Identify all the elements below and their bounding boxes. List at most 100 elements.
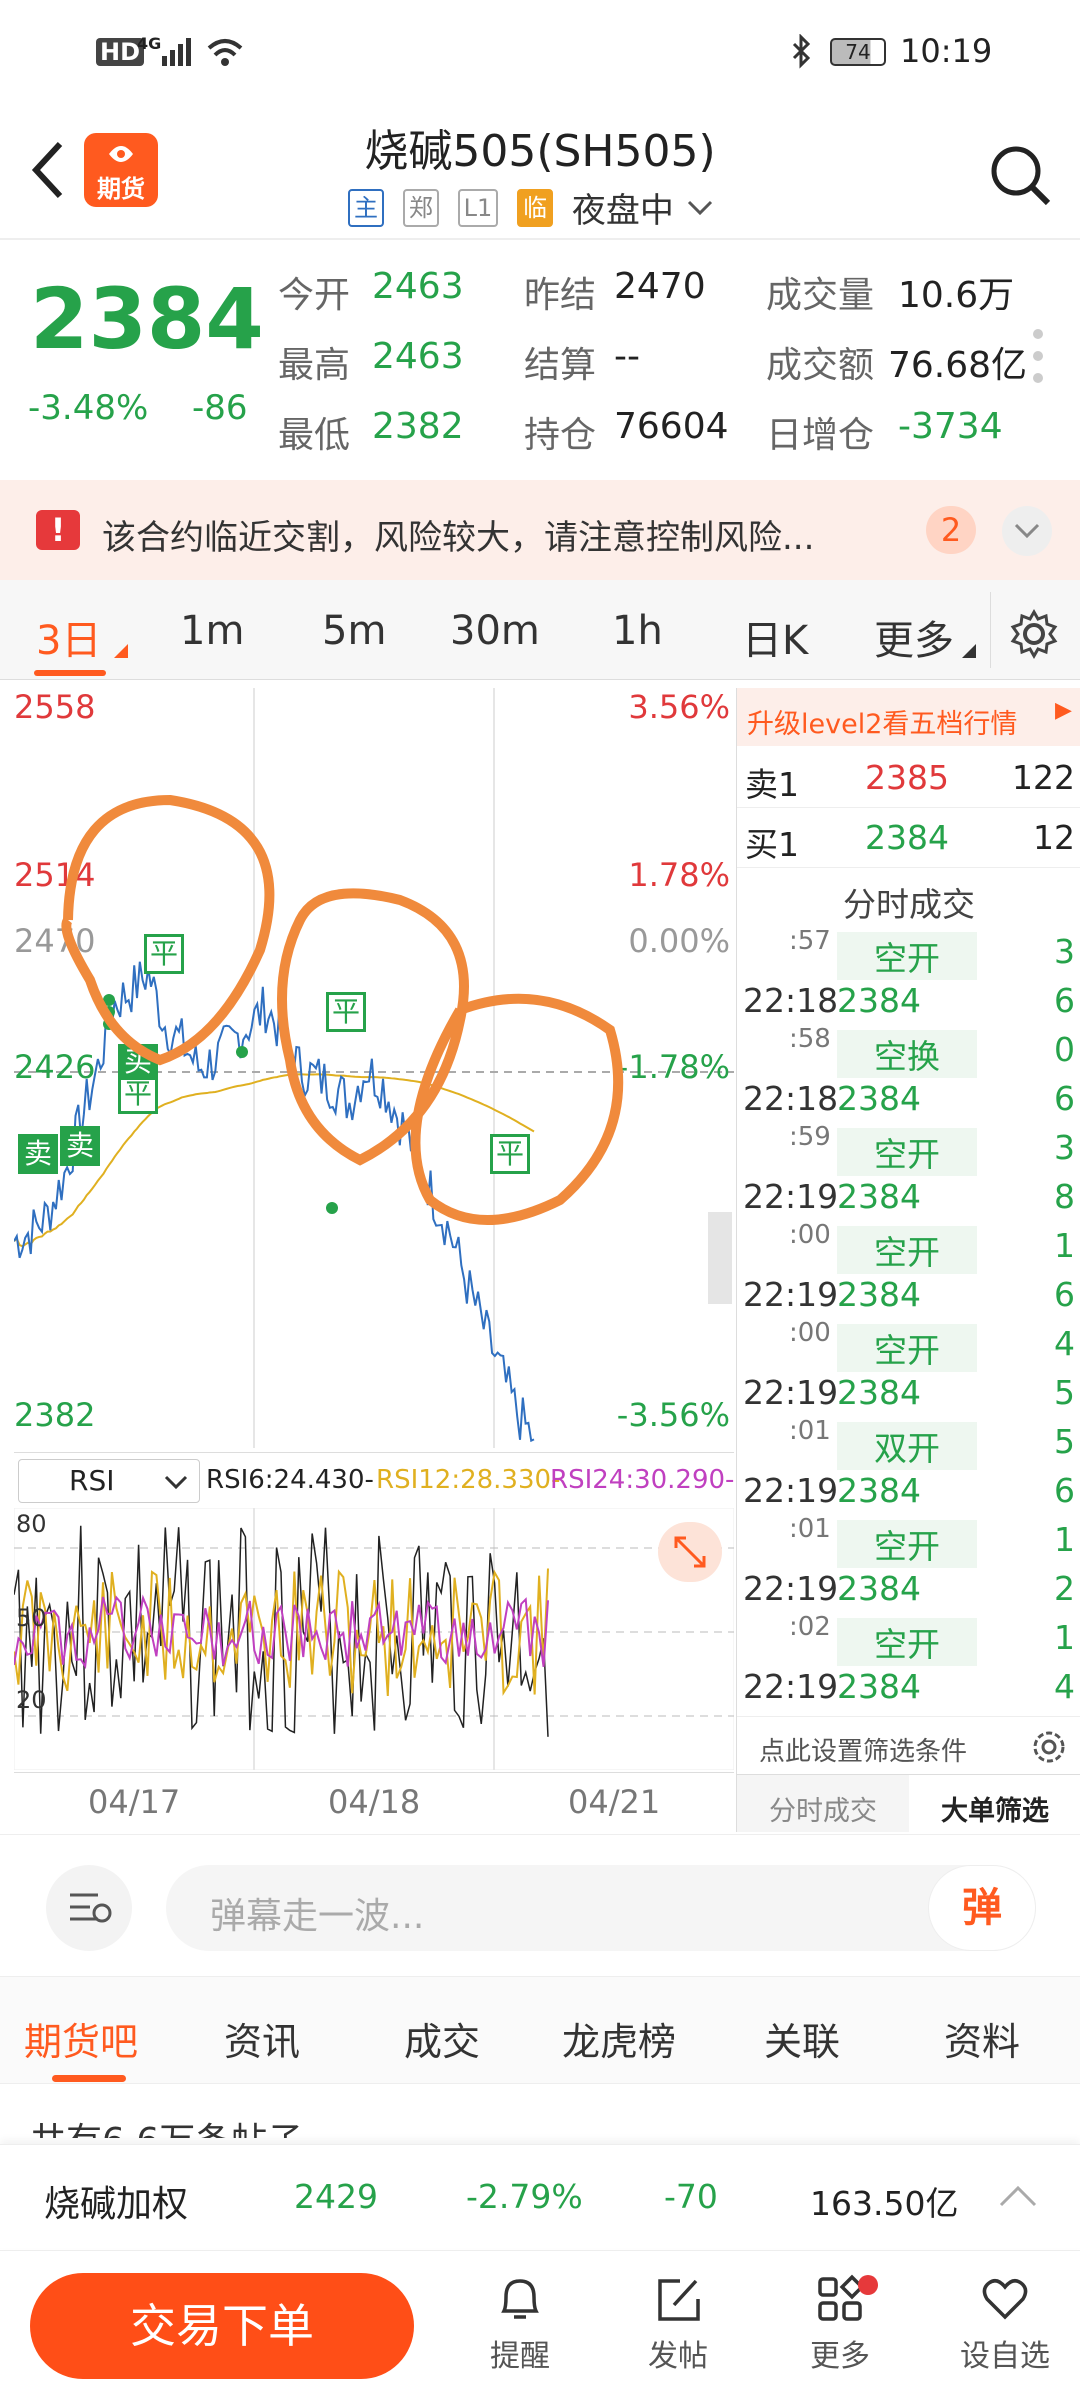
bid-price: 2384 bbox=[865, 818, 949, 857]
trade-volume: 1 bbox=[1054, 1226, 1075, 1265]
tab-big-orders[interactable]: 大单筛选 bbox=[909, 1774, 1080, 1832]
annotation-circle bbox=[277, 888, 469, 1166]
remind-button[interactable]: 提醒 bbox=[470, 2271, 570, 2391]
index-change: -70 bbox=[664, 2177, 718, 2216]
trade-volume: 6 bbox=[1054, 1471, 1075, 1510]
high-label: 最高 bbox=[278, 345, 351, 386]
tab-ranking[interactable]: 龙虎榜 bbox=[562, 2011, 676, 2066]
expand-chart-button[interactable] bbox=[658, 1522, 722, 1582]
trade-row: :58 空换 0 bbox=[737, 1022, 1080, 1078]
trade-order-button[interactable]: 交易下单 bbox=[30, 2273, 414, 2379]
post-button[interactable]: 发帖 bbox=[628, 2271, 728, 2391]
network-type: 4G bbox=[137, 34, 162, 53]
risk-warning-banner[interactable]: ! 该合约临近交割，风险较大，请注意控制风险... 2 bbox=[0, 480, 1080, 580]
open-label: 今开 bbox=[278, 275, 351, 316]
oi-change-value: -3734 bbox=[898, 406, 1003, 447]
filter-settings[interactable]: 点此设置筛选条件 bbox=[737, 1716, 1080, 1774]
more-dots-icon[interactable] bbox=[1030, 326, 1046, 386]
chevron-down-icon bbox=[164, 1475, 188, 1490]
index-pct: -2.79% bbox=[466, 2177, 583, 2216]
tab-news[interactable]: 资讯 bbox=[224, 2011, 300, 2066]
trade-time: :58 bbox=[789, 1024, 831, 1054]
bell-icon bbox=[501, 2279, 539, 2319]
danmu-icon bbox=[70, 1893, 112, 1923]
trade-row: :00 空开 4 bbox=[737, 1316, 1080, 1372]
trade-volume: 8 bbox=[1054, 1177, 1075, 1216]
trade-time: 22:18 bbox=[743, 1079, 839, 1118]
tab-3day[interactable]: 3日 bbox=[36, 608, 101, 666]
rsi-tick: 80 bbox=[16, 1510, 47, 1538]
index-amount: 163.50亿 bbox=[810, 2184, 959, 2223]
tab-related[interactable]: 关联 bbox=[764, 2011, 840, 2066]
level2-upgrade-banner[interactable]: 升级level2看五档行情 ▶ bbox=[737, 688, 1080, 746]
filter-text: 点此设置筛选条件 bbox=[759, 1737, 968, 1767]
rsi-header: RSI RSI6:24.430- RSI12:28.330- RSI24:30.… bbox=[14, 1452, 734, 1508]
trade-row: 22:19 2384 6 bbox=[737, 1463, 1080, 1512]
battery-level: 74 bbox=[845, 40, 871, 64]
clock: 10:19 bbox=[900, 32, 993, 70]
rsi12-value: RSI12:28.330- bbox=[376, 1465, 561, 1495]
more-button[interactable]: 更多 bbox=[790, 2271, 890, 2391]
page-title: 烧碱505(SH505) bbox=[364, 126, 716, 177]
tab-profile[interactable]: 资料 bbox=[944, 2011, 1020, 2066]
tab-futures-bar[interactable]: 期货吧 bbox=[24, 2011, 138, 2066]
trade-price: 2384 bbox=[837, 1275, 921, 1314]
trade-time: 22:19 bbox=[743, 1569, 839, 1608]
settings-gear-icon[interactable] bbox=[1008, 608, 1060, 660]
tab-daily-k[interactable]: 日K bbox=[742, 608, 808, 666]
trade-price: 2384 bbox=[837, 1471, 921, 1510]
tab-1h[interactable]: 1h bbox=[612, 608, 663, 654]
volume-label: 成交量 bbox=[766, 275, 875, 316]
session-status[interactable]: 夜盘中 bbox=[572, 191, 674, 231]
trade-volume: 3 bbox=[1054, 1128, 1075, 1167]
tab-5m[interactable]: 5m bbox=[322, 608, 386, 654]
volume-value: 10.6万 bbox=[898, 275, 1015, 316]
bluetooth-icon bbox=[792, 34, 811, 69]
danmu-toggle-button[interactable] bbox=[46, 1865, 132, 1951]
danmu-input[interactable]: 弹幕走一波... 弹 bbox=[166, 1865, 1036, 1951]
active-tab-indicator bbox=[34, 670, 106, 676]
expand-warning-button[interactable] bbox=[1002, 506, 1052, 556]
trade-price: 2384 bbox=[837, 981, 921, 1020]
open-value: 2463 bbox=[372, 266, 464, 307]
heart-icon bbox=[982, 2279, 1028, 2320]
date-axis: 04/17 04/18 04/21 bbox=[14, 1772, 734, 1832]
prev-settle-value: 2470 bbox=[614, 266, 706, 307]
weighted-index-row[interactable]: 烧碱加权 2429 -2.79% -70 163.50亿 bbox=[0, 2144, 1080, 2248]
trade-volume: 4 bbox=[1054, 1667, 1075, 1706]
chevron-up-icon[interactable] bbox=[998, 2183, 1038, 2209]
trade-time: :00 bbox=[789, 1220, 831, 1250]
tab-deals[interactable]: 成交 bbox=[404, 2011, 480, 2066]
trade-row: :57 空开 3 bbox=[737, 924, 1080, 980]
warning-count: 2 bbox=[926, 506, 976, 554]
search-icon[interactable] bbox=[988, 143, 1054, 209]
trade-time: :00 bbox=[789, 1318, 831, 1348]
trade-row: :00 空开 1 bbox=[737, 1218, 1080, 1274]
tab-more[interactable]: 更多 bbox=[874, 608, 954, 666]
trade-row: :01 双开 5 bbox=[737, 1414, 1080, 1470]
chevron-down-icon[interactable] bbox=[685, 198, 715, 218]
trade-row: 22:19 2384 2 bbox=[737, 1561, 1080, 1610]
index-price: 2429 bbox=[294, 2177, 378, 2216]
settle-label: 结算 bbox=[524, 345, 597, 386]
ask-volume: 122 bbox=[1012, 758, 1075, 797]
send-danmu-button[interactable]: 弹 bbox=[928, 1865, 1036, 1951]
rsi-chart[interactable]: 80 50 20 bbox=[14, 1508, 734, 1770]
bid-volume: 12 bbox=[1033, 818, 1075, 857]
tab-1m[interactable]: 1m bbox=[180, 608, 244, 654]
trade-price: 2384 bbox=[837, 1569, 921, 1608]
trade-volume: 5 bbox=[1054, 1373, 1075, 1412]
trade-volume: 1 bbox=[1054, 1520, 1075, 1559]
time-sales-list[interactable]: :57 空开 3 22:18 2384 6:58 空换 0 22:18 2384 6:59 空开 3 22… bbox=[737, 924, 1080, 1714]
trade-volume: 3 bbox=[1054, 932, 1075, 971]
bid-label: 买1 bbox=[745, 825, 799, 864]
danmu-placeholder: 弹幕走一波... bbox=[210, 1896, 425, 1937]
tab-30m[interactable]: 30m bbox=[450, 608, 540, 654]
change-value: -86 bbox=[192, 388, 248, 428]
trade-row: 22:19 2384 5 bbox=[737, 1365, 1080, 1414]
trade-price: 2384 bbox=[837, 1079, 921, 1118]
wifi-icon bbox=[207, 39, 243, 66]
tab-time-sales[interactable]: 分时成交 bbox=[737, 1774, 909, 1832]
trade-volume: 6 bbox=[1054, 981, 1075, 1020]
add-watchlist-button[interactable]: 设自选 bbox=[950, 2271, 1060, 2391]
